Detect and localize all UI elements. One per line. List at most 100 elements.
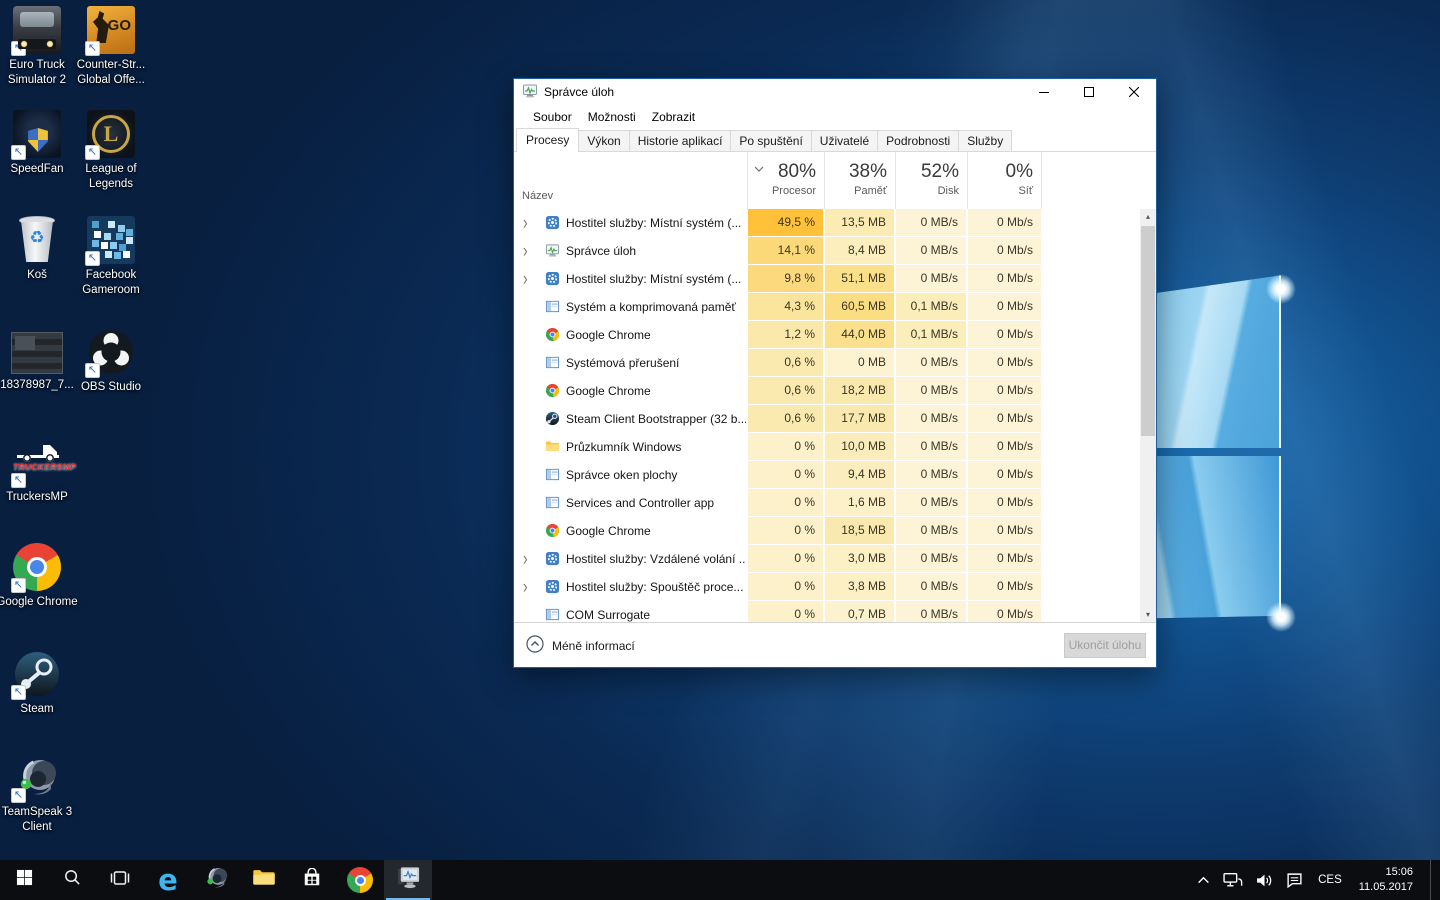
menu-soubor[interactable]: Soubor — [525, 107, 580, 127]
cpu-cell: 0,6 % — [748, 349, 823, 376]
network-cell: 0 Mb/s — [968, 237, 1041, 264]
desktop-icon-truckersmp[interactable]: TRUCKERSMP ↖ TruckersMP — [0, 438, 85, 505]
process-row[interactable]: › Hostitel služby: Místní systém (... 49… — [514, 209, 1141, 237]
column-header-memory[interactable]: 38% Paměť — [824, 152, 895, 209]
tab-historie-aplikaci[interactable]: Historie aplikací — [629, 130, 732, 151]
process-name: Hostitel služby: Spouštěč proce... — [566, 580, 746, 594]
process-row[interactable]: › Hostitel služby: Místní systém (... 9,… — [514, 265, 1141, 293]
process-row[interactable]: › Services and Controller app 0 % 1,6 MB… — [514, 489, 1141, 517]
less-info-button[interactable]: Méně informací — [526, 635, 635, 656]
tab-uzivatele[interactable]: Uživatelé — [811, 130, 878, 151]
desktop-icon-label: Google Chrome — [0, 595, 85, 610]
scroll-down-arrow[interactable]: ▾ — [1140, 607, 1156, 623]
process-row[interactable]: › Google Chrome 0,6 % 18,2 MB 0 MB/s 0 M… — [514, 377, 1141, 405]
minimize-button[interactable] — [1021, 79, 1066, 105]
process-row[interactable]: › Hostitel služby: Spouštěč proce... 0 %… — [514, 573, 1141, 601]
scrollbar[interactable]: ▴ ▾ — [1140, 209, 1156, 623]
expand-chevron-icon[interactable]: › — [523, 575, 528, 597]
clock[interactable]: 15:06 11.05.2017 — [1355, 865, 1421, 895]
cpu-cell: 14,1 % — [748, 237, 823, 264]
desktop-icon-csgo[interactable]: GO ↖ Counter-Str... Global Offe... — [63, 6, 159, 87]
tray-time: 15:06 — [1385, 866, 1413, 878]
network-icon[interactable] — [1221, 860, 1245, 900]
edge-button[interactable]: e — [144, 860, 192, 900]
end-task-button[interactable]: Ukončit úlohu — [1064, 633, 1146, 658]
start-button[interactable] — [0, 860, 48, 900]
search-button[interactable] — [48, 860, 96, 900]
disk-cell: 0 MB/s — [896, 209, 966, 236]
column-header-network[interactable]: 0% Síť — [967, 152, 1042, 209]
process-row[interactable]: › COM Surrogate 0 % 0,7 MB 0 MB/s 0 Mb/s — [514, 601, 1141, 623]
process-row[interactable]: › Systémová přerušení 0,6 % 0 MB 0 MB/s … — [514, 349, 1141, 377]
column-header-name[interactable]: Název — [522, 190, 553, 202]
process-row[interactable]: › Steam Client Bootstrapper (32 b... 0,6… — [514, 405, 1141, 433]
expand-chevron-icon[interactable]: › — [523, 239, 528, 261]
teamspeak-button[interactable] — [192, 860, 240, 900]
process-name: Hostitel služby: Místní systém (... — [566, 272, 746, 286]
desktop-icon-google-chrome[interactable]: ↖ Google Chrome — [0, 543, 85, 610]
show-desktop-button[interactable] — [1430, 860, 1434, 900]
speedfan-icon: ↖ — [13, 110, 61, 158]
task-manager-icon — [545, 243, 560, 258]
disk-cell: 0 MB/s — [896, 545, 966, 572]
memory-label: Paměť — [825, 185, 887, 197]
recycle-bin-icon: ♻ — [13, 216, 61, 264]
task-view-icon — [110, 870, 130, 891]
window-title: Správce úloh — [544, 85, 614, 99]
desktop-icon-league-of-legends[interactable]: L↖ League of Legends — [63, 110, 159, 191]
column-header-cpu[interactable]: 80% Procesor — [747, 152, 824, 209]
expand-chevron-icon[interactable]: › — [523, 211, 528, 233]
chrome-icon — [545, 523, 560, 538]
close-button[interactable] — [1111, 79, 1156, 105]
tab-procesy[interactable]: Procesy — [516, 128, 579, 152]
tab-podrobnosti[interactable]: Podrobnosti — [877, 130, 959, 151]
maximize-button[interactable] — [1066, 79, 1111, 105]
cpu-cell: 9,8 % — [748, 265, 823, 292]
disk-cell: 0 MB/s — [896, 265, 966, 292]
task-manager-button[interactable] — [384, 860, 432, 900]
tab-po-spusteni[interactable]: Po spuštění — [730, 130, 811, 151]
action-center-icon[interactable] — [1284, 860, 1305, 900]
tray-date: 11.05.2017 — [1359, 881, 1413, 893]
menu-zobrazit[interactable]: Zobrazit — [644, 107, 703, 127]
desktop-icon-teamspeak[interactable]: ↖ TeamSpeak 3 Client — [0, 753, 85, 834]
chrome-button[interactable] — [336, 860, 384, 900]
process-row[interactable]: › Hostitel služby: Vzdálené volání ... 0… — [514, 545, 1141, 573]
desktop-icon-label: TeamSpeak 3 Client — [0, 805, 85, 834]
process-name: COM Surrogate — [566, 608, 746, 622]
chrome-icon — [545, 383, 560, 398]
process-name: Google Chrome — [566, 384, 746, 398]
column-header-disk[interactable]: 52% Disk — [895, 152, 967, 209]
process-row[interactable]: › Google Chrome 0 % 18,5 MB 0 MB/s 0 Mb/… — [514, 517, 1141, 545]
network-cell: 0 Mb/s — [968, 377, 1041, 404]
volume-icon[interactable] — [1254, 860, 1275, 900]
process-row[interactable]: › Google Chrome 1,2 % 44,0 MB 0,1 MB/s 0… — [514, 321, 1141, 349]
desktop-icon-steam[interactable]: ↖ Steam — [0, 650, 85, 717]
scrollbar-thumb[interactable] — [1141, 226, 1155, 436]
language-indicator[interactable]: CES — [1314, 874, 1346, 886]
memory-cell: 3,8 MB — [825, 573, 894, 600]
cpu-cell: 0 % — [748, 545, 823, 572]
footer-bar: Méně informací Ukončit úlohu — [514, 622, 1156, 667]
process-row[interactable]: › Správce úloh 14,1 % 8,4 MB 0 MB/s 0 Mb… — [514, 237, 1141, 265]
expand-chevron-icon[interactable]: › — [523, 547, 528, 569]
memory-cell: 0,7 MB — [825, 601, 894, 623]
facebook-gameroom-icon: ↖ — [87, 216, 135, 264]
tray-chevron-up-icon[interactable] — [1195, 860, 1212, 900]
network-cell: 0 Mb/s — [968, 321, 1041, 348]
file-explorer-button[interactable] — [240, 860, 288, 900]
disk-cell: 0 MB/s — [896, 461, 966, 488]
expand-chevron-icon[interactable]: › — [523, 267, 528, 289]
tab-sluzby[interactable]: Služby — [958, 130, 1012, 151]
desktop-icon-obs-studio[interactable]: ↖ OBS Studio — [63, 328, 159, 395]
desktop-icon-facebook-gameroom[interactable]: ↖ Facebook Gameroom — [63, 216, 159, 297]
process-row[interactable]: › Průzkumník Windows 0 % 10,0 MB 0 MB/s … — [514, 433, 1141, 461]
process-row[interactable]: › Správce oken plochy 0 % 9,4 MB 0 MB/s … — [514, 461, 1141, 489]
service-gear-icon — [545, 579, 560, 594]
scroll-up-arrow[interactable]: ▴ — [1140, 209, 1156, 225]
menu-moznosti[interactable]: Možnosti — [580, 107, 644, 127]
store-button[interactable] — [288, 860, 336, 900]
tab-vykon[interactable]: Výkon — [578, 130, 629, 151]
process-row[interactable]: › Systém a komprimovaná paměť 4,3 % 60,5… — [514, 293, 1141, 321]
task-view-button[interactable] — [96, 860, 144, 900]
